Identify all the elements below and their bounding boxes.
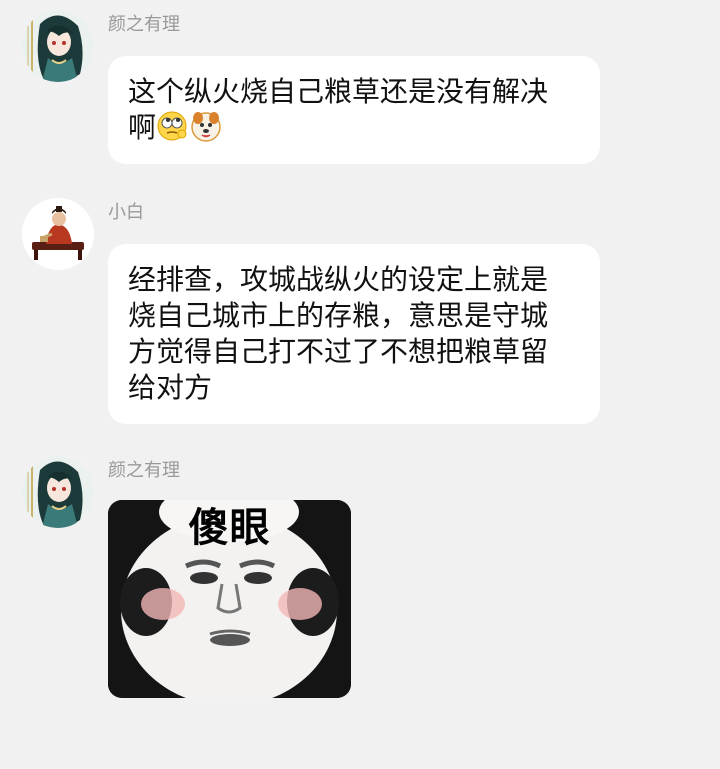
sender-name: 小白 (108, 202, 144, 223)
message-text-line: 啊 (128, 110, 580, 146)
message-text-line: 这个纵火烧自己粮草还是没有解决 (128, 75, 549, 108)
dog-face-emoji (191, 112, 221, 142)
message-text-line-end: 啊 (128, 111, 157, 144)
sticker-image[interactable]: 傻眼 (108, 500, 351, 698)
message-bubble[interactable]: 这个纵火烧自己粮草还是没有解决 啊 (108, 56, 600, 164)
avatar[interactable] (22, 456, 94, 528)
sticker-caption: 傻眼 (188, 505, 271, 551)
message-text-line: 方觉得自己打不过了不想把粮草留 (128, 335, 549, 368)
sender-name: 颜之有理 (108, 14, 180, 35)
message-bubble[interactable]: 经排查，攻城战纵火的设定上就是 烧自己城市上的存粮，意思是守城 方觉得自己打不过… (108, 244, 600, 424)
message-text-line: 经排查，攻城战纵火的设定上就是 (128, 263, 549, 296)
avatar[interactable] (22, 10, 94, 82)
avatar[interactable] (22, 198, 94, 270)
rolling-eyes-thinking-emoji (157, 111, 187, 141)
message-text-line: 烧自己城市上的存粮，意思是守城 (128, 299, 549, 332)
message-text-line: 给对方 (128, 371, 213, 404)
sender-name: 颜之有理 (108, 460, 180, 481)
